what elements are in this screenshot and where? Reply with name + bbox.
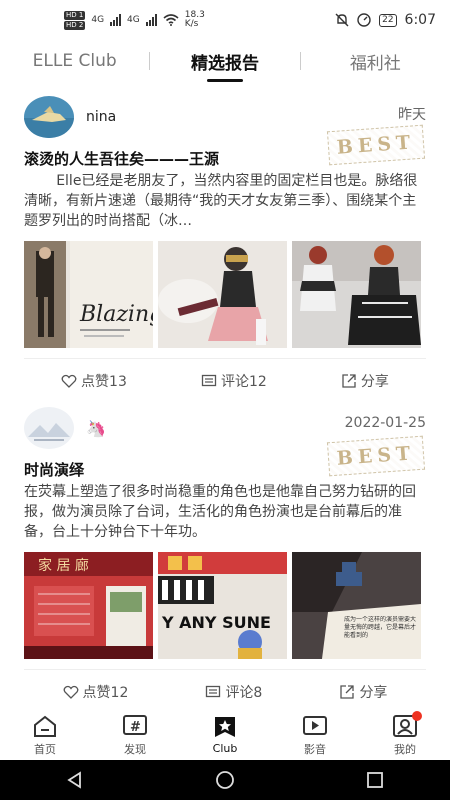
comment-button[interactable]: 评论12 [201, 371, 267, 391]
post-actions: 点赞12 评论8 分享 [24, 669, 426, 713]
nav-video[interactable]: 影音 [285, 714, 345, 757]
magazine-cover-text: Blazing [79, 302, 153, 327]
book-page-text: 成为一个这样的演员需要大量无悔的跨越，它是幕后才能看到的 [344, 616, 416, 639]
heart-icon [61, 374, 77, 388]
status-left: HD 1 HD 2 4G 4G 18.3 K/s [64, 10, 211, 30]
post-image[interactable]: Blazing [24, 241, 153, 348]
nav-video-label: 影音 [304, 742, 326, 756]
hd-icon: HD 1 HD 2 [64, 10, 86, 30]
discover-icon: # [123, 714, 147, 735]
post-images: 家 居 廊 Y ANY SUNE 成为一个这样的演员需要大量无悔的跨越，它是幕后… [24, 552, 426, 659]
home-circle-icon[interactable] [215, 770, 235, 790]
post-time: 2022-01-25 [344, 415, 426, 431]
nav-home[interactable]: 首页 [15, 714, 75, 757]
recents-icon[interactable] [365, 770, 385, 790]
mute-icon [335, 13, 349, 27]
shop-sign-text: 家 居 廊 [38, 557, 89, 574]
avatar[interactable] [24, 407, 74, 449]
nav-profile-label: 我的 [394, 742, 416, 756]
post-actions: 点赞13 评论12 分享 [24, 358, 426, 402]
nav-profile[interactable]: 我的 [375, 710, 435, 757]
post-images: Blazing [24, 241, 426, 348]
like-label: 点赞13 [81, 373, 127, 390]
post-card[interactable]: nina 昨天 BEST 滚烫的人生吾往矣———王源 Elle已经是老朋友了，当… [0, 92, 450, 402]
nav-club[interactable]: Club [195, 715, 255, 755]
like-button[interactable]: 点赞12 [63, 682, 129, 702]
wifi-icon [163, 14, 179, 26]
post-header: nina 昨天 BEST [24, 92, 426, 166]
sign-words-text: Y ANY SUNE [161, 613, 271, 632]
clock: 6:07 [404, 12, 436, 28]
unicorn-emoji: 🦄 [86, 418, 106, 438]
post-image[interactable]: 成为一个这样的演员需要大量无悔的跨越，它是幕后才能看到的 [292, 552, 421, 659]
comment-button[interactable]: 评论8 [205, 682, 262, 702]
comment-icon [201, 374, 217, 386]
share-label: 分享 [360, 373, 389, 390]
post-time: 昨天 [398, 107, 426, 123]
back-icon[interactable] [65, 770, 85, 790]
network-type-2: 4G [127, 15, 140, 25]
share-icon [342, 373, 356, 388]
tab-welfare[interactable]: 福利社 [301, 49, 450, 74]
tab-featured-reports[interactable]: 精选报告 [150, 49, 299, 74]
post-body[interactable]: Elle已经是老朋友了，当然内容里的固定栏目也是。脉络很清晰，有新片速递（最期待… [24, 171, 426, 231]
network-speed: 18.3 K/s [184, 10, 205, 29]
top-tabs: ELLE Club 精选报告 福利社 [0, 40, 450, 82]
comment-label: 评论12 [220, 373, 267, 390]
post-header: 🦄 2022-01-25 BEST [24, 403, 426, 477]
like-button[interactable]: 点赞13 [61, 371, 127, 391]
post-image[interactable] [292, 241, 421, 348]
best-badge: BEST [326, 435, 426, 477]
battery-icon: 22 [379, 13, 397, 27]
tab-elle-club[interactable]: ELLE Club [0, 51, 149, 71]
status-bar: HD 1 HD 2 4G 4G 18.3 K/s 22 6:07 [0, 0, 450, 40]
nav-club-label: Club [212, 742, 238, 755]
comment-icon [206, 685, 221, 697]
share-button[interactable]: 分享 [339, 682, 387, 702]
post-card[interactable]: 🦄 2022-01-25 BEST 时尚演绎 在荧幕上塑造了很多时尚稳重的角色也… [0, 403, 450, 713]
home-icon [34, 715, 56, 737]
bottom-nav: 首页 # 发现 Club 影音 我的 [0, 710, 450, 760]
share-label: 分享 [359, 684, 388, 701]
signal-icon [145, 14, 157, 26]
post-image[interactable]: 家 居 廊 [24, 552, 153, 659]
status-right: 22 6:07 [335, 12, 436, 28]
system-navigation-bar [0, 760, 450, 800]
nav-discover[interactable]: # 发现 [105, 714, 165, 757]
video-icon [303, 715, 327, 735]
svg-text:#: # [130, 720, 141, 735]
signal-icon [110, 14, 122, 26]
post-image[interactable]: Y ANY SUNE [158, 552, 287, 659]
best-badge: BEST [326, 124, 426, 166]
post-body[interactable]: 在荧幕上塑造了很多时尚稳重的角色也是他靠自己努力钻研的回报，做为演员除了台词，生… [24, 482, 426, 542]
avatar[interactable] [24, 96, 74, 138]
notification-dot [412, 710, 422, 721]
speedometer-icon [357, 13, 371, 27]
post-image[interactable] [158, 241, 287, 348]
comment-label: 评论8 [225, 684, 263, 701]
club-icon [215, 717, 235, 737]
like-label: 点赞12 [82, 684, 129, 701]
share-icon [340, 684, 355, 699]
nav-discover-label: 发现 [124, 742, 146, 756]
share-button[interactable]: 分享 [341, 371, 389, 391]
username[interactable]: nina [86, 109, 116, 125]
nav-home-label: 首页 [34, 742, 56, 756]
heart-icon [63, 685, 78, 699]
network-type-1: 4G [91, 15, 105, 25]
